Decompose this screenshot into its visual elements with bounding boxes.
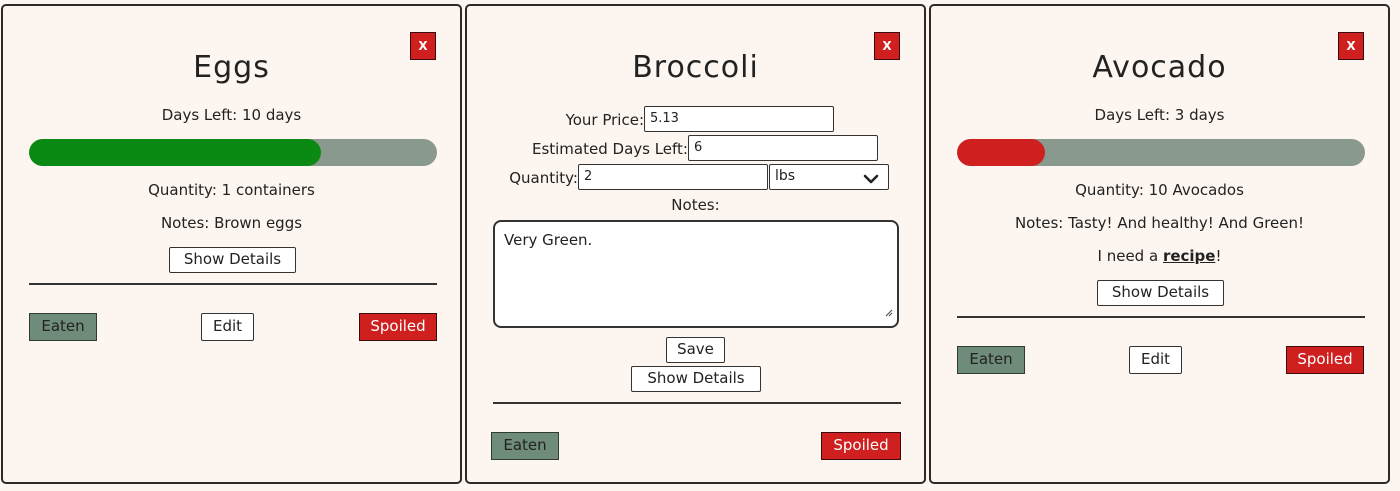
quantity-input[interactable]: 2 — [578, 164, 768, 190]
food-card-avocado: X Avocado Days Left: 3 days Quantity: 10… — [929, 4, 1390, 484]
card-title: Avocado — [1092, 50, 1227, 85]
freshness-progress-fill — [957, 139, 1045, 166]
price-label: Your Price: — [565, 111, 644, 129]
resize-grip-icon[interactable] — [885, 302, 893, 322]
days-left-text: Days Left: 3 days — [1094, 106, 1225, 124]
quantity-text: Quantity: 1 containers — [148, 181, 315, 199]
recipe-text: I need a recipe! — [931, 246, 1388, 266]
chevron-down-icon — [863, 170, 879, 193]
eaten-button[interactable]: Eaten — [29, 313, 97, 341]
unit-select-value: lbs — [775, 168, 796, 184]
edit-button[interactable]: Edit — [1129, 346, 1182, 374]
save-button[interactable]: Save — [666, 337, 725, 363]
edit-button[interactable]: Edit — [201, 313, 254, 341]
divider — [29, 283, 437, 285]
days-left-input[interactable]: 6 — [688, 135, 878, 161]
unit-select[interactable]: lbs — [769, 164, 889, 190]
price-input[interactable]: 5.13 — [644, 106, 834, 132]
card-title: Eggs — [193, 50, 270, 85]
show-details-button[interactable]: Show Details — [631, 366, 761, 392]
eaten-button[interactable]: Eaten — [491, 432, 559, 460]
divider — [957, 316, 1365, 318]
spoiled-button[interactable]: Spoiled — [359, 313, 437, 341]
show-details-button[interactable]: Show Details — [169, 247, 296, 273]
notes-label: Notes: — [671, 196, 720, 214]
food-card-broccoli: X Broccoli Your Price: 5.13 Estimated Da… — [465, 4, 926, 484]
show-details-button[interactable]: Show Details — [1097, 280, 1224, 306]
notes-text: Notes: Tasty! And healthy! And Green! — [1014, 214, 1305, 232]
freshness-progress-bar — [29, 139, 437, 166]
recipe-prefix: I need a — [1097, 247, 1163, 265]
notes-textarea-value: Very Green. — [504, 231, 593, 249]
days-left-label: Estimated Days Left: — [531, 140, 688, 158]
quantity-text: Quantity: 10 Avocados — [1075, 181, 1244, 199]
eaten-button[interactable]: Eaten — [957, 346, 1025, 374]
notes-textarea[interactable]: Very Green. — [493, 220, 899, 328]
spoiled-button[interactable]: Spoiled — [1286, 346, 1364, 374]
freshness-progress-bar — [957, 139, 1365, 166]
spoiled-button[interactable]: Spoiled — [821, 432, 901, 460]
card-title: Broccoli — [632, 50, 759, 85]
recipe-suffix: ! — [1215, 247, 1222, 265]
divider — [493, 402, 901, 404]
food-card-eggs: X Eggs Days Left: 10 days Quantity: 1 co… — [1, 4, 462, 484]
notes-text: Notes: Brown eggs — [160, 214, 303, 232]
recipe-link[interactable]: recipe — [1163, 247, 1216, 265]
days-left-text: Days Left: 10 days — [161, 106, 302, 124]
quantity-label: Quantity: — [509, 169, 578, 187]
freshness-progress-fill — [29, 139, 321, 166]
